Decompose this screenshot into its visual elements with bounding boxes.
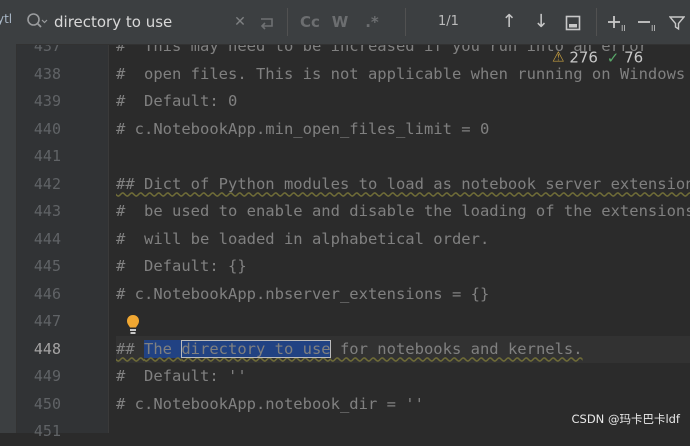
line-number: 440 bbox=[33, 119, 61, 138]
code-line[interactable]: # will be loaded in alphabetical order. bbox=[116, 226, 690, 254]
line-number: 450 bbox=[33, 394, 61, 413]
code-line[interactable]: # Default: 0 bbox=[116, 88, 690, 116]
replace-toggle-icon[interactable] bbox=[256, 9, 278, 35]
project-panel-fragment: ytl bbox=[0, 12, 13, 26]
toolbar-separator bbox=[596, 8, 597, 36]
warning-icon: ⚠ bbox=[552, 49, 565, 66]
code-line[interactable]: # Default: {} bbox=[116, 253, 690, 281]
code-line[interactable]: ## Dict of Python modules to load as not… bbox=[116, 171, 690, 199]
line-number-current: 448 bbox=[33, 339, 61, 358]
match-case-button[interactable]: Cc bbox=[299, 9, 321, 35]
code-line[interactable]: # c.NotebookApp.nbserver_extensions = {} bbox=[116, 281, 690, 309]
add-occurrence-icon[interactable]: II bbox=[606, 9, 632, 35]
line-number: 447 bbox=[33, 312, 61, 330]
svg-text:II: II bbox=[621, 24, 626, 32]
code-line[interactable]: # be used to enable and disable the load… bbox=[116, 198, 690, 226]
toolbar-separator bbox=[287, 8, 288, 36]
line-number: 443 bbox=[33, 202, 61, 220]
lightbulb-icon[interactable] bbox=[126, 314, 140, 336]
regex-button[interactable]: .* bbox=[363, 9, 381, 35]
line-number: 444 bbox=[33, 229, 61, 248]
svg-text:II: II bbox=[651, 24, 656, 32]
project-panel-strip: ytl bbox=[0, 0, 17, 433]
clear-search-icon[interactable]: ✕ bbox=[231, 9, 249, 35]
code-suffix: for notebooks and kernels. bbox=[330, 339, 583, 358]
match-count: 1/1 bbox=[438, 14, 459, 29]
code-line[interactable]: # Default: '' bbox=[116, 363, 690, 391]
line-number: 446 bbox=[33, 284, 61, 303]
arrow-down-icon[interactable]: ↓ bbox=[530, 9, 552, 35]
code-prefix: ## bbox=[116, 339, 144, 358]
code-line[interactable] bbox=[116, 143, 690, 171]
search-match-highlight: directory to use bbox=[181, 339, 331, 358]
check-icon: ✓ bbox=[606, 48, 620, 67]
search-icon[interactable] bbox=[26, 12, 48, 32]
inspection-widget[interactable]: ⚠ 276 ✓ 76 bbox=[552, 48, 643, 68]
line-number: 441 bbox=[33, 147, 61, 165]
select-all-occurrences-icon[interactable] bbox=[562, 9, 584, 35]
warning-count: 276 bbox=[569, 48, 598, 67]
code-line[interactable]: # c.NotebookApp.min_open_files_limit = 0 bbox=[116, 116, 690, 144]
line-number: 445 bbox=[33, 257, 61, 275]
code-line[interactable] bbox=[116, 308, 690, 336]
line-number: 438 bbox=[33, 64, 61, 83]
code-line-current[interactable]: ## The directory to use for notebooks an… bbox=[116, 335, 690, 363]
ok-count: 76 bbox=[624, 48, 644, 67]
line-number: 451 bbox=[33, 422, 61, 440]
gutter-separator bbox=[108, 0, 109, 433]
remove-occurrence-icon[interactable]: II bbox=[636, 9, 662, 35]
filter-icon[interactable] bbox=[666, 9, 688, 35]
line-number: 442 bbox=[33, 174, 61, 193]
watermark: CSDN @玛卡巴卡ldf bbox=[571, 412, 681, 426]
toolbar-separator bbox=[405, 8, 406, 36]
selection-text: The bbox=[144, 339, 182, 358]
find-bar: ✕ Cc W .* 1/1 ↑ ↓ II II bbox=[16, 0, 690, 45]
arrow-up-icon[interactable]: ↑ bbox=[498, 9, 520, 35]
words-button[interactable]: W bbox=[331, 9, 349, 35]
search-input[interactable] bbox=[54, 10, 224, 34]
line-number: 439 bbox=[33, 92, 61, 110]
line-number: 449 bbox=[33, 367, 61, 385]
